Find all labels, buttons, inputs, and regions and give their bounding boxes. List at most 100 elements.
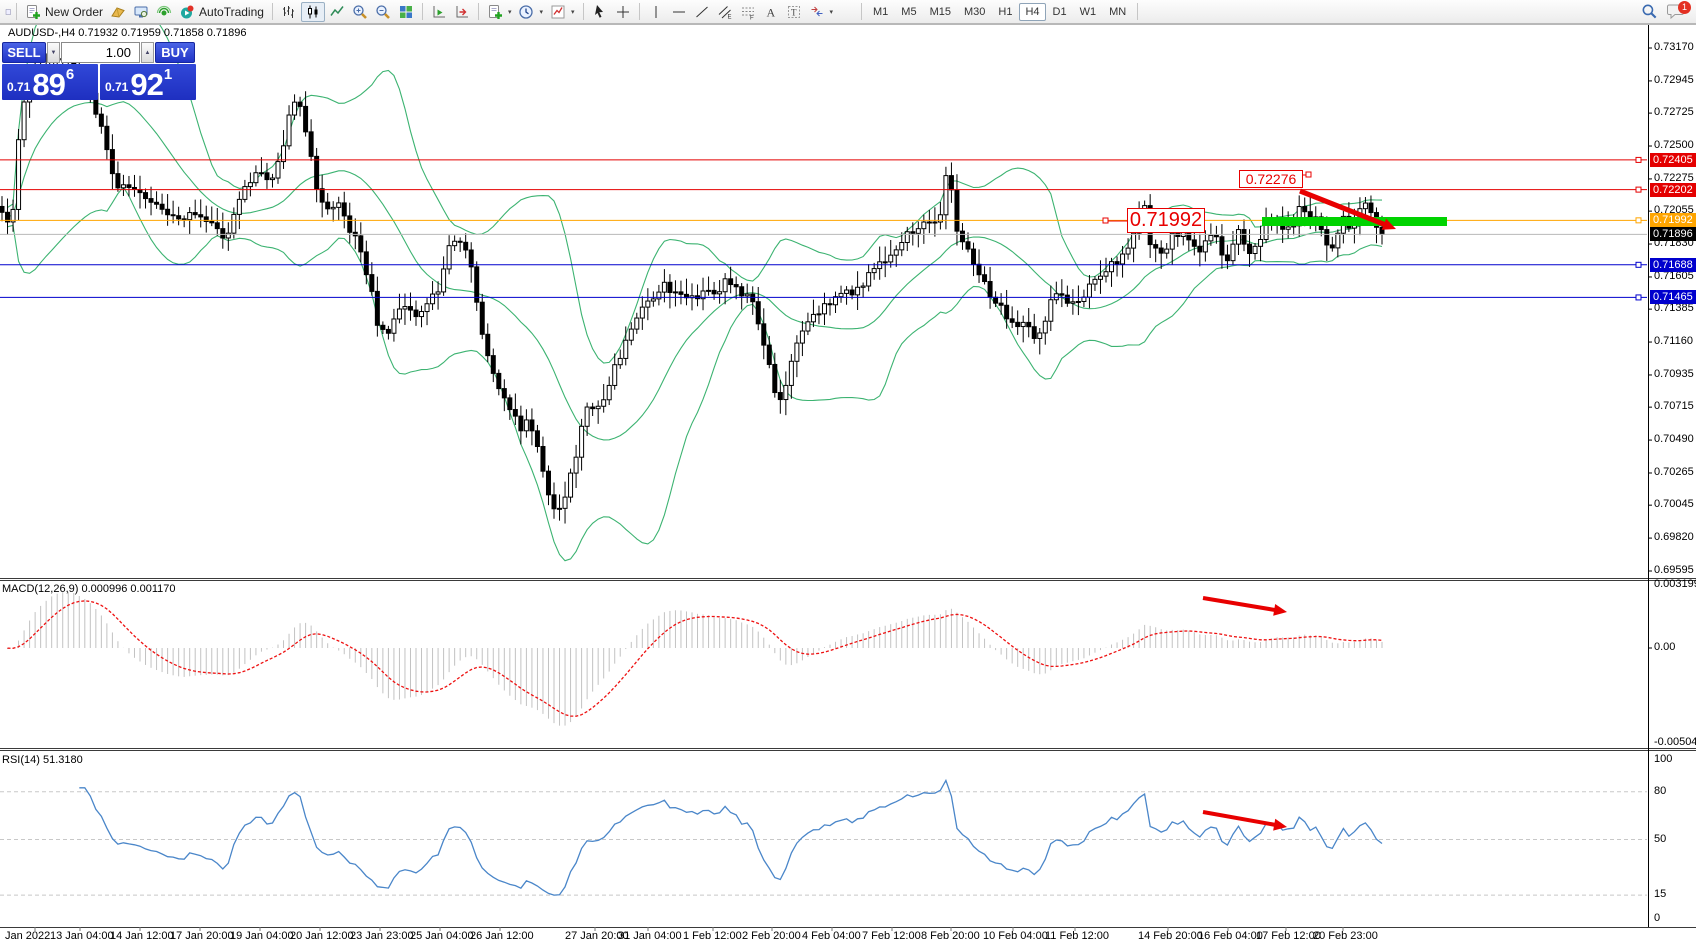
candle [331, 207, 335, 208]
bar-chart-mode-button[interactable] [278, 2, 300, 22]
candle [817, 314, 821, 315]
autotrading-button[interactable]: AutoTrading [176, 2, 267, 22]
candle [1214, 235, 1218, 236]
auto-scroll-icon [431, 4, 447, 20]
period-button[interactable]: ▾ [515, 2, 546, 22]
sell-price-display[interactable]: 0.71 89 6 [2, 64, 98, 100]
dropdown-arrow-icon: ▾ [508, 8, 512, 16]
market-watch-button[interactable] [107, 2, 129, 22]
notifications-button[interactable]: 1 [1667, 2, 1689, 22]
candle [199, 215, 203, 217]
candle [403, 307, 407, 309]
buy-button[interactable]: BUY [155, 42, 195, 63]
time-tick-label: 2 Feb 20:00 [742, 930, 801, 942]
price-annotation-box[interactable]: 0.72276 [1239, 170, 1303, 188]
chart-shift-button[interactable] [451, 2, 473, 22]
template-icon [487, 4, 503, 20]
level-price-badge: 0.71992 [1650, 213, 1696, 227]
time-tick-label: 19 Jan 04:00 [230, 930, 294, 942]
time-tick-label: 20 Jan 12:00 [290, 930, 354, 942]
timeframe-m30[interactable]: M30 [958, 3, 991, 21]
zoom-in-button[interactable] [349, 2, 371, 22]
zoom-out-button[interactable] [372, 2, 394, 22]
indicators-button[interactable]: ▾ [547, 2, 578, 22]
tile-windows-button[interactable] [395, 2, 417, 22]
timeframe-h1[interactable]: H1 [992, 3, 1018, 21]
price-axis: 0.731700.729450.727250.725000.722750.720… [1648, 24, 1696, 927]
notification-badge: 1 [1678, 1, 1691, 14]
line-chart-mode-button[interactable] [326, 2, 348, 22]
autotrading-label: AutoTrading [199, 5, 264, 19]
horizontal-line-icon [671, 4, 687, 20]
candle [486, 334, 490, 355]
level-price-badge: 0.72405 [1650, 153, 1696, 167]
toolbar-separator [1137, 3, 1138, 20]
text-label-tool-button[interactable]: T [783, 2, 805, 22]
text-icon: A [763, 4, 779, 20]
price-tick-label: 0.72500 [1654, 139, 1694, 151]
toolbar-separator [639, 3, 640, 20]
new-order-button[interactable]: New Order [22, 2, 106, 22]
search-button[interactable] [1638, 2, 1661, 22]
volume-increase-button[interactable]: ▲ [141, 42, 154, 63]
text-tool-button[interactable]: A [760, 2, 782, 22]
svg-text:A: A [766, 5, 775, 19]
candle [861, 286, 865, 287]
crosshair-tool-button[interactable] [612, 2, 634, 22]
candle [552, 495, 556, 509]
cursor-tool-button[interactable] [589, 2, 611, 22]
price-annotation-box[interactable]: 0.71992 [1127, 208, 1205, 233]
candle [535, 431, 539, 447]
candle [320, 189, 324, 202]
sell-button[interactable]: SELL [2, 42, 46, 63]
candle [977, 264, 981, 274]
timeframe-h4[interactable]: H4 [1019, 3, 1045, 21]
candle [1027, 322, 1031, 326]
candle [1165, 249, 1169, 253]
data-window-button[interactable] [130, 2, 152, 22]
strategy-signal-button[interactable] [153, 2, 175, 22]
fibonacci-tool-button[interactable]: F [737, 2, 759, 22]
templates-button[interactable]: ▾ [484, 2, 515, 22]
candle [585, 407, 589, 426]
candle [756, 302, 760, 324]
candle [480, 302, 484, 334]
candle [265, 173, 269, 180]
timeframe-mn[interactable]: MN [1103, 3, 1132, 21]
candle [983, 275, 987, 282]
candle [248, 183, 252, 187]
volume-input[interactable]: 1.00 [61, 42, 140, 63]
timeframe-d1[interactable]: D1 [1047, 3, 1073, 21]
candle [259, 173, 263, 174]
time-tick-label: 17 Feb 12:00 [1256, 930, 1321, 942]
vline-tool-button[interactable] [645, 2, 667, 22]
candle [121, 185, 125, 188]
candle [718, 292, 722, 294]
time-tick-label: 17 Jan 20:00 [170, 930, 234, 942]
timeframe-m15[interactable]: M15 [924, 3, 957, 21]
shapes-tool-button[interactable]: ▾ [806, 2, 837, 22]
chart-canvas[interactable] [0, 0, 1696, 946]
candle [1060, 294, 1064, 295]
candle [988, 282, 992, 298]
candle [1220, 237, 1224, 255]
candle [381, 325, 385, 329]
candle [1203, 241, 1207, 252]
channel-tool-button[interactable]: E [714, 2, 736, 22]
candle [673, 292, 677, 293]
candle [287, 115, 291, 146]
candle [524, 420, 528, 431]
buy-price-display[interactable]: 0.71 92 1 [100, 64, 196, 100]
candle [1021, 322, 1025, 326]
candle [960, 231, 964, 242]
timeframe-m1[interactable]: M1 [867, 3, 894, 21]
text-label-icon: T [786, 4, 802, 20]
volume-decrease-button[interactable]: ▼ [47, 42, 60, 63]
macd-indicator-label: MACD(12,26,9) 0.000996 0.001170 [2, 583, 175, 595]
timeframe-w1[interactable]: W1 [1074, 3, 1103, 21]
candlestick-mode-button[interactable] [301, 2, 325, 22]
auto-scroll-button[interactable] [428, 2, 450, 22]
timeframe-m5[interactable]: M5 [895, 3, 922, 21]
hline-tool-button[interactable] [668, 2, 690, 22]
trendline-tool-button[interactable] [691, 2, 713, 22]
